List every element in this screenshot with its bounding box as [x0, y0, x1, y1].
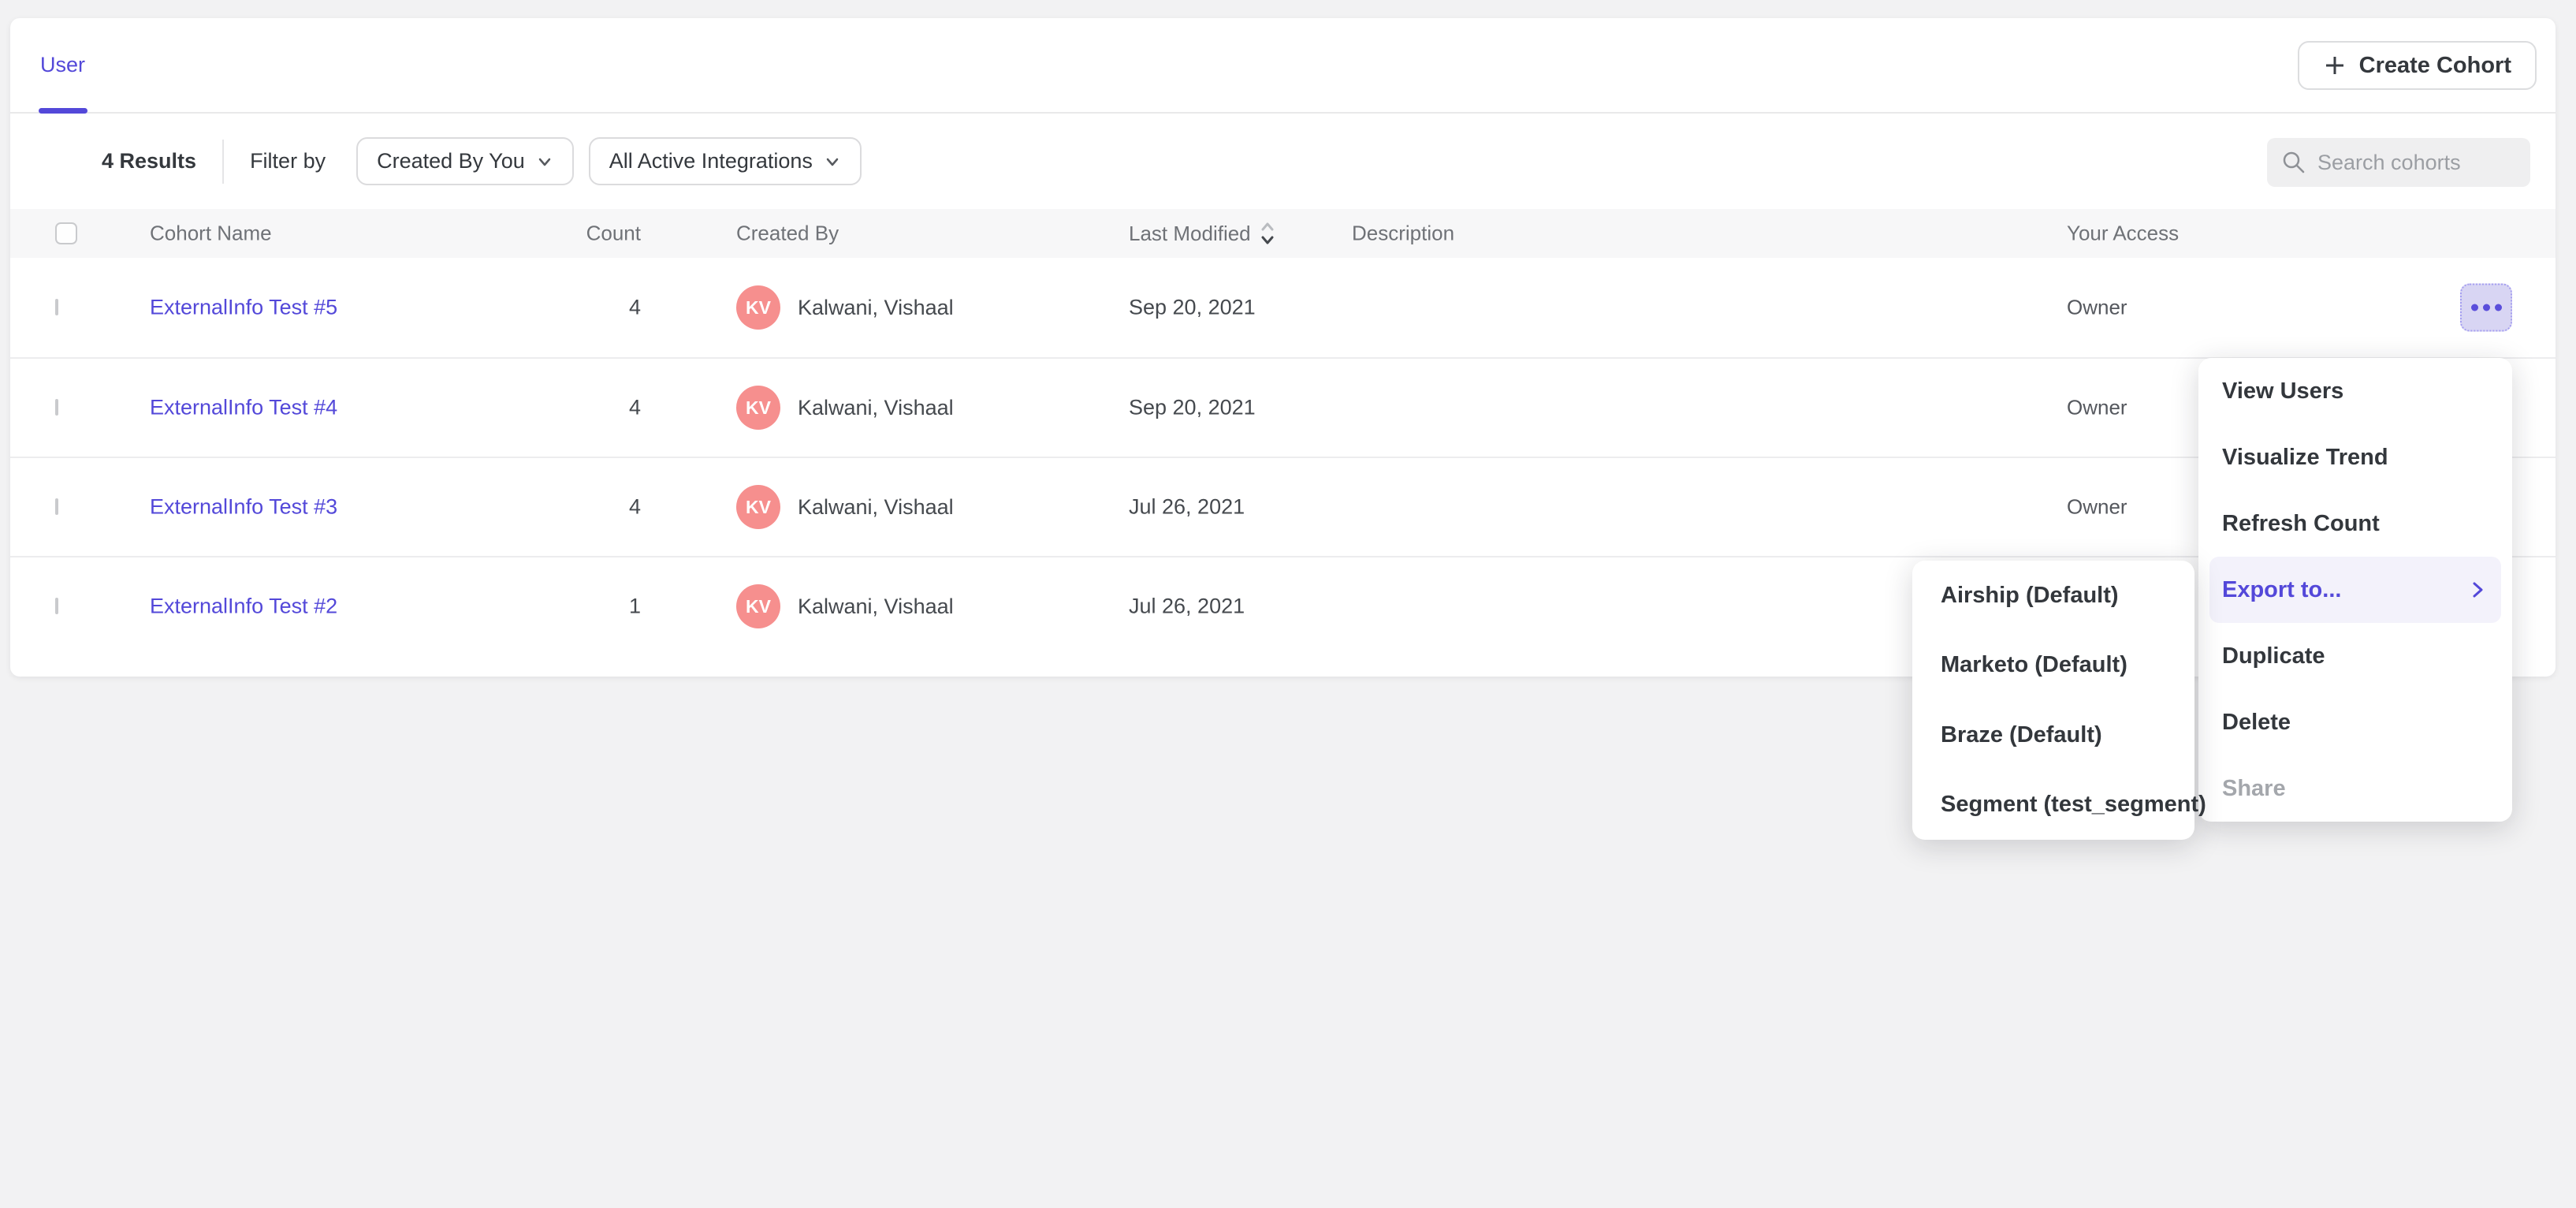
row-context-menu: View Users Visualize Trend Refresh Count… [2198, 358, 2512, 822]
access-label: Owner [2067, 495, 2127, 520]
select-all-checkbox[interactable] [55, 222, 77, 244]
last-modified-date: Sep 20, 2021 [1129, 396, 1256, 420]
column-header-cohort-name: Cohort Name [150, 222, 272, 246]
cohort-count: 1 [499, 595, 641, 619]
integrations-filter-dropdown[interactable]: All Active Integrations [589, 137, 862, 185]
avatar: KV [736, 386, 780, 430]
last-modified-date: Jul 26, 2021 [1129, 495, 1245, 520]
avatar: KV [736, 584, 780, 628]
create-cohort-label: Create Cohort [2359, 53, 2511, 79]
row-checkbox[interactable] [55, 498, 58, 515]
column-header-your-access: Your Access [2067, 222, 2179, 246]
cohort-count: 4 [499, 396, 641, 420]
sort-icon [1259, 219, 1276, 248]
row-checkbox[interactable] [55, 399, 58, 416]
search-box [2267, 138, 2530, 187]
column-header-count: Count [499, 222, 641, 246]
menu-item-refresh-count[interactable]: Refresh Count [2198, 490, 2512, 557]
menu-item-duplicate[interactable]: Duplicate [2198, 623, 2512, 689]
column-header-last-modified[interactable]: Last Modified [1129, 219, 1276, 248]
chevron-down-icon [536, 153, 553, 170]
submenu-item-marketo[interactable]: Marketo (Default) [1912, 631, 2194, 701]
created-by-name: Kalwani, Vishaal [798, 396, 954, 420]
cohort-name-link[interactable]: ExternalInfo Test #2 [150, 595, 337, 619]
search-icon [2281, 150, 2306, 175]
results-count: 4 Results [102, 149, 196, 173]
row-actions-button[interactable] [2460, 284, 2512, 332]
last-modified-label: Last Modified [1129, 222, 1251, 246]
menu-item-delete[interactable]: Delete [2198, 689, 2512, 755]
created-by-filter-label: Created By You [377, 149, 525, 173]
created-by-name: Kalwani, Vishaal [798, 296, 954, 320]
menu-item-visualize-trend[interactable]: Visualize Trend [2198, 424, 2512, 490]
created-by-name: Kalwani, Vishaal [798, 595, 954, 619]
access-label: Owner [2067, 296, 2127, 320]
row-checkbox[interactable] [55, 299, 58, 315]
last-modified-date: Sep 20, 2021 [1129, 296, 1256, 320]
submenu-item-braze[interactable]: Braze (Default) [1912, 700, 2194, 770]
filter-by-label: Filter by [250, 149, 326, 173]
create-cohort-button[interactable]: Create Cohort [2298, 41, 2537, 90]
avatar: KV [736, 285, 780, 330]
cohort-count: 4 [499, 495, 641, 520]
tab-user[interactable]: User [40, 53, 85, 77]
export-submenu: Airship (Default) Marketo (Default) Braz… [1912, 561, 2194, 840]
export-to-label: Export to... [2222, 577, 2341, 603]
column-header-created-by: Created By [736, 222, 839, 246]
ellipsis-icon [2471, 304, 2478, 311]
plus-icon [2323, 54, 2347, 77]
cohort-name-link[interactable]: ExternalInfo Test #4 [150, 396, 337, 420]
menu-item-export-to[interactable]: Export to... [2209, 557, 2501, 623]
toolbar-divider [222, 140, 224, 184]
table-row[interactable]: ExternalInfo Test #5 4 KV Kalwani, Visha… [10, 258, 2556, 357]
last-modified-date: Jul 26, 2021 [1129, 595, 1245, 619]
table-row[interactable]: ExternalInfo Test #4 4 KV Kalwani, Visha… [10, 357, 2556, 457]
integrations-filter-label: All Active Integrations [609, 149, 813, 173]
created-by-filter-dropdown[interactable]: Created By You [356, 137, 574, 185]
avatar: KV [736, 485, 780, 529]
search-input[interactable] [2317, 151, 2507, 175]
cohort-count: 4 [499, 296, 641, 320]
access-label: Owner [2067, 396, 2127, 420]
filter-toolbar: 4 Results Filter by Created By You All A… [10, 114, 2556, 209]
submenu-item-airship[interactable]: Airship (Default) [1912, 561, 2194, 631]
tab-bar: User Create Cohort [10, 18, 2556, 114]
table-row[interactable]: ExternalInfo Test #3 4 KV Kalwani, Visha… [10, 457, 2556, 556]
submenu-item-segment[interactable]: Segment (test_segment) [1912, 770, 2194, 841]
cohort-name-link[interactable]: ExternalInfo Test #5 [150, 296, 337, 320]
menu-item-share: Share [2198, 755, 2512, 822]
row-checkbox[interactable] [55, 598, 58, 614]
table-header: Cohort Name Count Created By Last Modifi… [10, 209, 2556, 258]
menu-item-view-users[interactable]: View Users [2198, 358, 2512, 424]
chevron-down-icon [824, 153, 841, 170]
active-tab-indicator [39, 108, 87, 114]
created-by-name: Kalwani, Vishaal [798, 495, 954, 520]
cohort-name-link[interactable]: ExternalInfo Test #3 [150, 495, 337, 520]
column-header-description: Description [1352, 222, 1454, 246]
chevron-right-icon [2470, 579, 2485, 601]
